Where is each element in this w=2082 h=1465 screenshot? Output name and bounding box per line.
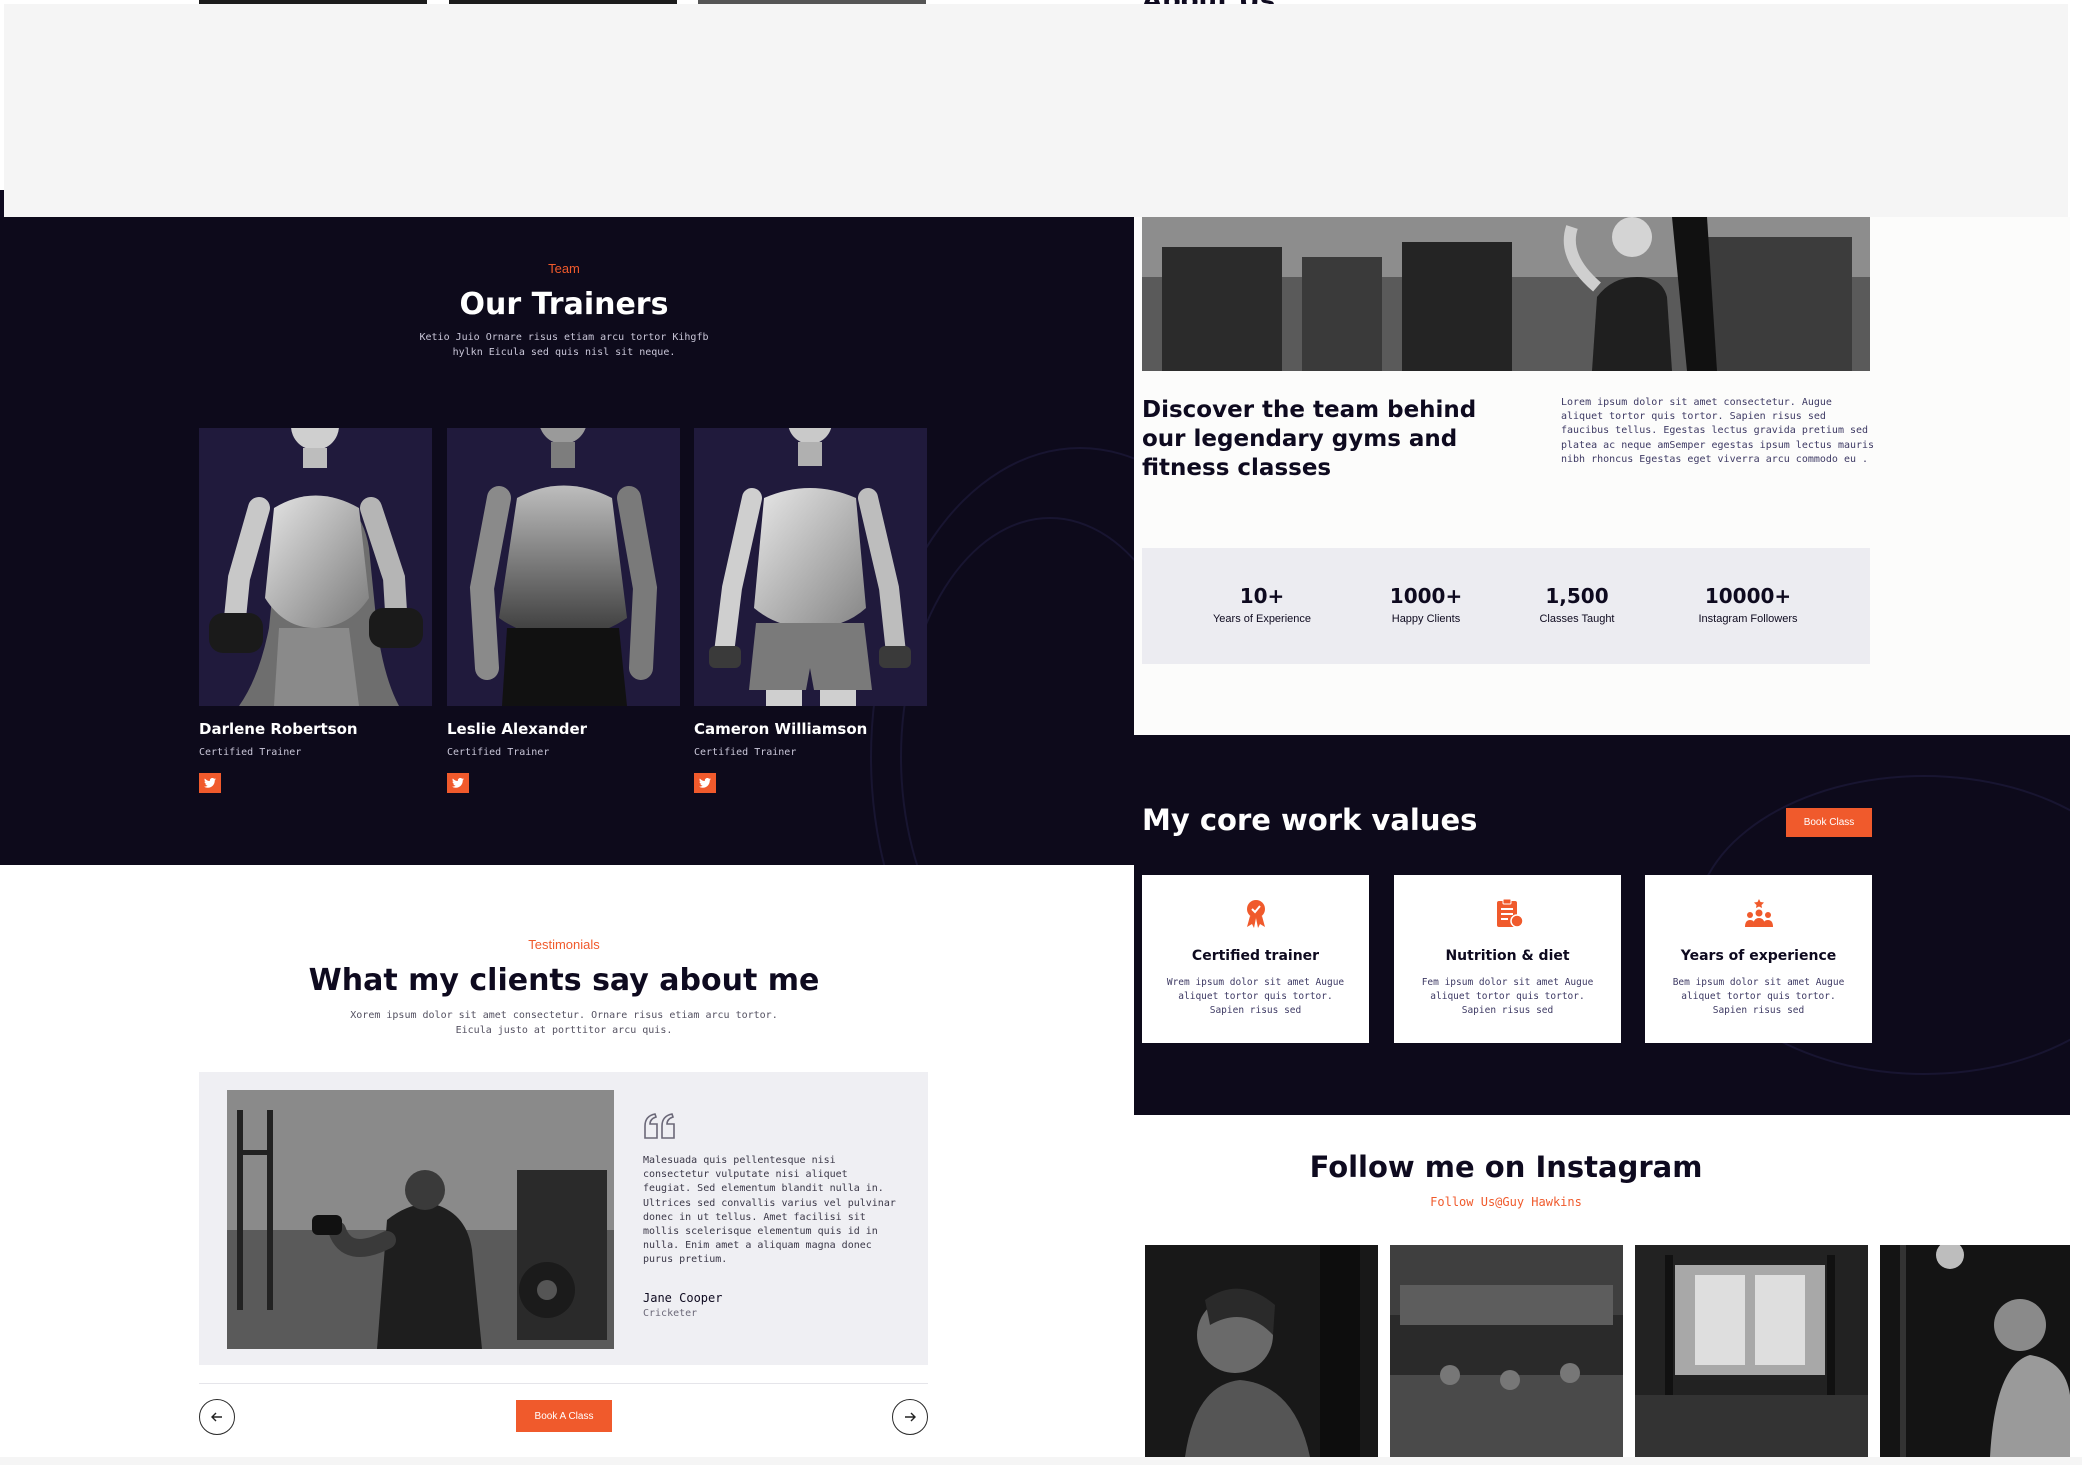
stat-value: 10000+ (1704, 584, 1792, 608)
value-card: Certified trainer Wrem ipsum dolor sit a… (1142, 875, 1369, 1043)
about-text: Lorem ipsum dolor sit amet consectetur. … (1561, 397, 1875, 465)
divider (199, 1383, 928, 1384)
stat-value: 10+ (1239, 584, 1285, 608)
trainer-name: Darlene Robertson (199, 720, 358, 738)
trainer-card[interactable] (447, 428, 680, 706)
instagram-post[interactable] (1390, 1245, 1623, 1457)
prev-testimonial-button[interactable] (199, 1399, 235, 1435)
trainer-role: Certified Trainer (447, 747, 550, 758)
twitter-icon (699, 778, 711, 788)
team-eyebrow: Team (548, 261, 580, 276)
trainer-name: Cameron Williamson (694, 720, 868, 738)
twitter-icon (452, 778, 464, 788)
testimonials-description: Xorem ipsum dolor sit amet consectetur. … (350, 1010, 778, 1036)
stat-label: Classes Taught (1539, 613, 1615, 625)
team-people-icon (1745, 899, 1773, 927)
clipboard-diet-icon (1497, 898, 1524, 928)
testimonial-card: Malesuada quis pellentesque nisi consect… (199, 1072, 928, 1365)
trainer-role: Certified Trainer (694, 747, 797, 758)
grey-banner (4, 4, 2068, 217)
value-title: Nutrition & diet (1445, 948, 1570, 964)
value-text: Fem ipsum dolor sit amet Augue aliquet t… (1421, 977, 1594, 1016)
arrow-right-icon (905, 1412, 916, 1422)
stat-item: 10+ Years of Experience (1182, 584, 1342, 625)
instagram-photo (1390, 1245, 1623, 1457)
trainer-name: Leslie Alexander (447, 720, 588, 738)
instagram-photo (1635, 1245, 1868, 1457)
stat-item: 1000+ Happy Clients (1346, 584, 1506, 625)
about-heading: Discover the team behind our legendary g… (1142, 397, 1477, 481)
trainer-role: Certified Trainer (199, 747, 302, 758)
testimonial-author-role: Cricketer (643, 1308, 698, 1319)
core-values-title: My core work values (1142, 803, 1478, 837)
stat-label: Years of Experience (1212, 613, 1312, 625)
value-text: Wrem ipsum dolor sit amet Augue aliquet … (1166, 977, 1345, 1016)
value-title: Years of experience (1680, 948, 1837, 964)
trainers-title: Our Trainers (459, 287, 669, 322)
twitter-button[interactable] (199, 773, 221, 793)
gym-team-photo (1142, 217, 1870, 371)
testimonials-title: What my clients say about me (308, 963, 820, 998)
arrow-left-icon (211, 1412, 222, 1422)
trainer-card[interactable] (694, 428, 927, 706)
trainers-description: Ketio Juio Ornare risus etiam arcu torto… (419, 332, 709, 358)
testimonial-quote: Malesuada quis pellentesque nisi consect… (643, 1155, 896, 1266)
instagram-title: Follow me on Instagram (1309, 1150, 1703, 1184)
trainer-photo (709, 428, 911, 706)
instagram-handle-link[interactable]: Follow Us@Guy Hawkins (1134, 1195, 1878, 1209)
value-card: Nutrition & diet Fem ipsum dolor sit ame… (1394, 875, 1621, 1043)
stat-value: 1000+ (1389, 584, 1463, 608)
award-badge-icon (1247, 900, 1265, 928)
instagram-post[interactable] (1635, 1245, 1868, 1457)
stat-label: Happy Clients (1391, 613, 1461, 625)
value-text: Bem ipsum dolor sit amet Augue aliquet t… (1672, 977, 1845, 1016)
value-title: Certified trainer (1191, 948, 1320, 964)
twitter-button[interactable] (447, 773, 469, 793)
instagram-photo (1145, 1245, 1378, 1457)
value-card: Years of experience Bem ipsum dolor sit … (1645, 875, 1872, 1043)
stat-label: Instagram Followers (1698, 613, 1798, 625)
stat-item: 1,500 Classes Taught (1497, 584, 1657, 625)
testimonial-photo (227, 1090, 614, 1349)
testimonial-author-name: Jane Cooper (643, 1291, 723, 1305)
quote-icon (644, 1113, 675, 1139)
twitter-button[interactable] (694, 773, 716, 793)
testimonials-eyebrow: Testimonials (528, 937, 600, 952)
stat-value: 1,500 (1545, 584, 1609, 608)
instagram-post[interactable] (1880, 1245, 2070, 1457)
trainer-photo (469, 428, 658, 706)
twitter-icon (204, 778, 216, 788)
stat-item: 10000+ Instagram Followers (1668, 584, 1828, 625)
edge-mark (0, 190, 4, 217)
instagram-post[interactable] (1145, 1245, 1378, 1457)
instagram-photo (1880, 1245, 2070, 1457)
trainer-photo (209, 428, 423, 706)
trainers-section: Team Our Trainers Ketio Juio Ornare risu… (0, 217, 1134, 865)
bottom-strip (0, 1457, 2082, 1465)
next-testimonial-button[interactable] (892, 1399, 928, 1435)
trainer-card[interactable] (199, 428, 432, 706)
book-a-class-button[interactable]: Book A Class (516, 1400, 612, 1432)
book-class-button[interactable]: Book Class (1786, 808, 1872, 837)
